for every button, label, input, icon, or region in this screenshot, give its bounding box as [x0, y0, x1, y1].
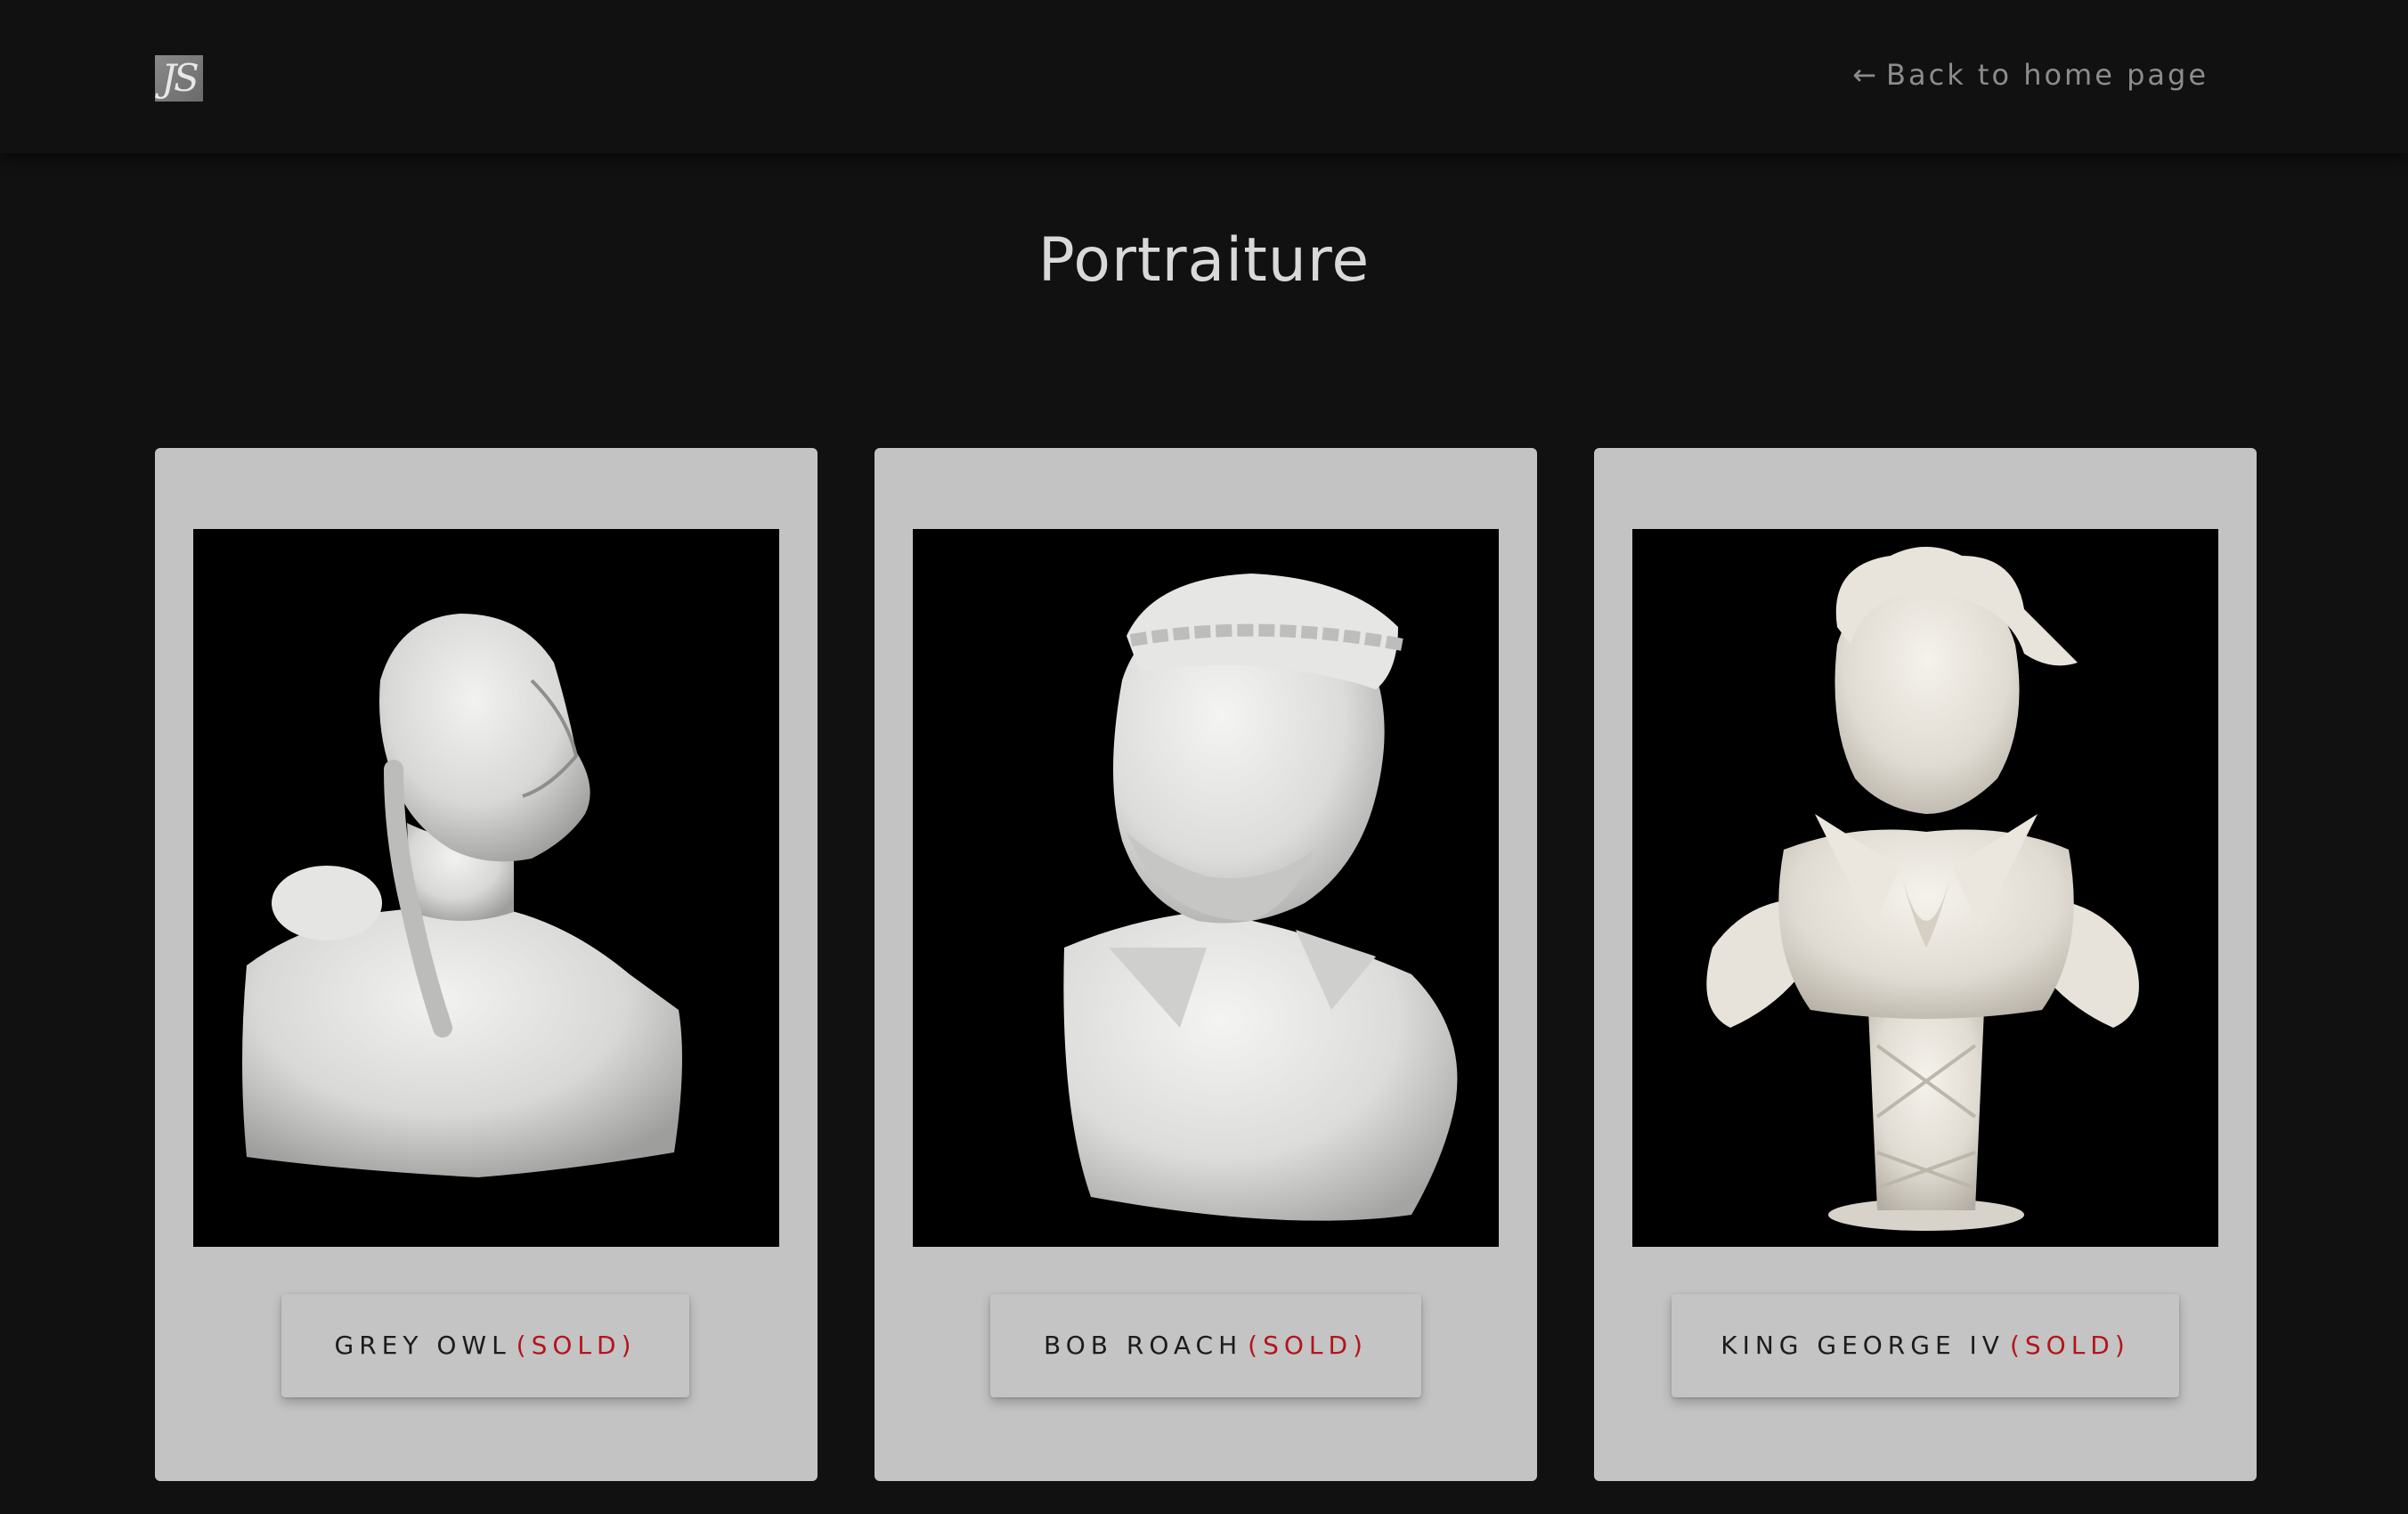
artwork-label-button-grey-owl[interactable]: GREY OWL (SOLD): [281, 1294, 689, 1397]
sold-badge: (SOLD): [2009, 1331, 2130, 1360]
artwork-name: BOB ROACH: [1044, 1331, 1243, 1360]
site-header: JS ← Back to home page: [0, 0, 2408, 153]
artwork-label-button-king-george-iv[interactable]: KING GEORGE IV (SOLD): [1672, 1294, 2179, 1397]
back-link-label: Back to home page: [1886, 58, 2209, 92]
artwork-name: GREY OWL: [334, 1331, 511, 1360]
arrow-left-icon: ←: [1852, 58, 1880, 92]
artwork-card-grey-owl: GREY OWL (SOLD): [155, 448, 818, 1481]
site-logo[interactable]: JS: [155, 55, 203, 102]
sold-badge: (SOLD): [1248, 1331, 1368, 1360]
artwork-photo-grey-owl[interactable]: [193, 529, 779, 1247]
sold-badge: (SOLD): [516, 1331, 637, 1360]
artwork-card-bob-roach: BOB ROACH (SOLD): [875, 448, 1537, 1481]
artwork-name: KING GEORGE IV: [1721, 1331, 2005, 1360]
artwork-photo-bob-roach[interactable]: [913, 529, 1499, 1247]
back-to-home-link[interactable]: ← Back to home page: [1852, 53, 2209, 96]
page-title: Portraiture: [1037, 225, 1371, 296]
artwork-label-button-bob-roach[interactable]: BOB ROACH (SOLD): [990, 1294, 1421, 1397]
artwork-card-king-george-iv: KING GEORGE IV (SOLD): [1594, 448, 2257, 1481]
artwork-photo-king-george-iv[interactable]: [1632, 529, 2218, 1247]
